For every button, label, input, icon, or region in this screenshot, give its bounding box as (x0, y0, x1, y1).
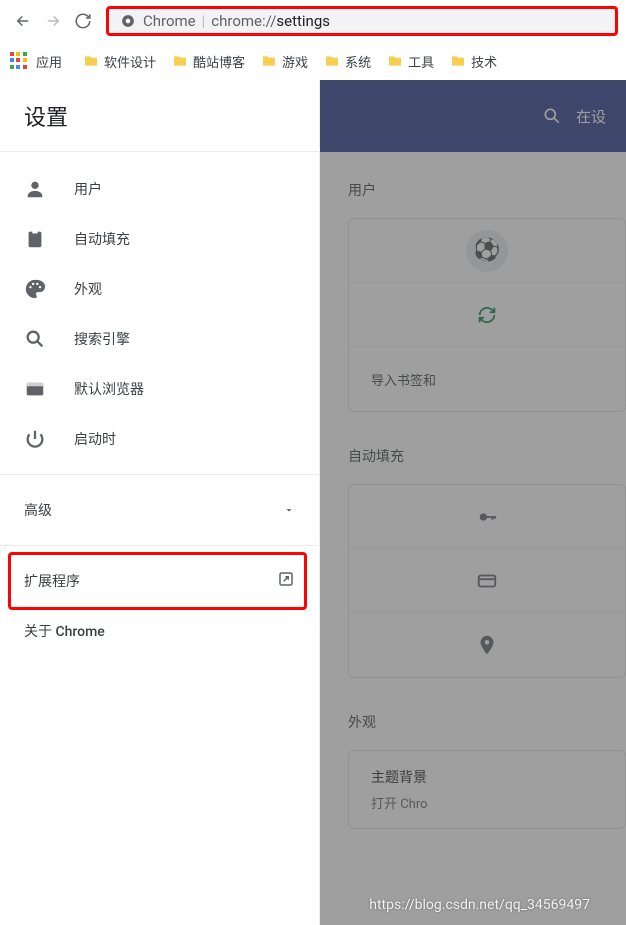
url-path: settings (276, 12, 330, 30)
address-separator: | (202, 12, 206, 30)
extensions-label: 扩展程序 (24, 571, 80, 591)
bookmark-folder[interactable]: 技术 (445, 48, 502, 75)
sidebar-item-startup[interactable]: 启动时 (0, 414, 319, 464)
external-link-icon (277, 570, 295, 592)
url-scheme: chrome:// (211, 12, 276, 30)
bookmark-label: 技术 (471, 52, 497, 71)
sidebar-item-label: 外观 (74, 279, 102, 299)
sidebar-item-label: 默认浏览器 (74, 379, 144, 399)
sidebar-item-about[interactable]: 关于 Chrome (0, 606, 319, 656)
address-bar[interactable]: Chrome | chrome://settings (106, 6, 618, 36)
folder-icon (324, 53, 340, 69)
reload-button[interactable] (68, 6, 98, 36)
sidebar-title: 设置 (0, 80, 319, 152)
sidebar-item-label: 用户 (74, 179, 102, 199)
settings-main: 在设 用户 ⚽ 导入书签和 自动填充 (320, 80, 626, 925)
browser-toolbar: Chrome | chrome://settings (0, 0, 626, 42)
extensions-section: 扩展程序 (0, 556, 319, 606)
address-label: Chrome (143, 12, 196, 30)
folder-icon (261, 53, 277, 69)
sidebar-item-autofill[interactable]: 自动填充 (0, 214, 319, 264)
bookmark-folder[interactable]: 酷站博客 (167, 48, 250, 75)
bookmark-folder[interactable]: 系统 (319, 48, 376, 75)
sidebar-item-default-browser[interactable]: 默认浏览器 (0, 364, 319, 414)
bookmarks-bar: 应用 软件设计 酷站博客 游戏 系统 工具 技术 (0, 42, 626, 80)
apps-label[interactable]: 应用 (36, 52, 62, 71)
content-area: 设置 用户 自动填充 外观 (0, 80, 626, 925)
bookmark-folder[interactable]: 工具 (382, 48, 439, 75)
bookmark-label: 游戏 (282, 52, 308, 71)
settings-sidebar: 设置 用户 自动填充 外观 (0, 80, 320, 925)
palette-icon (24, 278, 46, 300)
bookmark-label: 系统 (345, 52, 371, 71)
sidebar-item-label: 搜索引擎 (74, 329, 130, 349)
sidebar-item-label: 启动时 (74, 429, 116, 449)
sidebar-item-search[interactable]: 搜索引擎 (0, 314, 319, 364)
sidebar-item-label: 自动填充 (74, 229, 130, 249)
folder-icon (172, 53, 188, 69)
bookmark-label: 工具 (408, 52, 434, 71)
advanced-label: 高级 (24, 500, 52, 520)
power-icon (24, 428, 46, 450)
sidebar-item-user[interactable]: 用户 (0, 164, 319, 214)
bookmark-label: 酷站博客 (193, 52, 245, 71)
sidebar-item-advanced[interactable]: 高级 (0, 485, 319, 535)
folder-icon (387, 53, 403, 69)
apps-icon[interactable] (10, 52, 28, 70)
folder-icon (450, 53, 466, 69)
sidebar-body: 用户 自动填充 外观 搜索引擎 (0, 152, 319, 668)
bookmark-folder[interactable]: 软件设计 (78, 48, 161, 75)
person-icon (24, 178, 46, 200)
dim-overlay (320, 80, 626, 925)
bookmark-label: 软件设计 (104, 52, 156, 71)
browser-icon (24, 378, 46, 400)
about-label: 关于 Chrome (24, 621, 105, 641)
chevron-down-icon (283, 501, 295, 520)
bookmark-folder[interactable]: 游戏 (256, 48, 313, 75)
sidebar-item-extensions[interactable]: 扩展程序 (0, 556, 319, 606)
clipboard-icon (24, 228, 46, 250)
folder-icon (83, 53, 99, 69)
watermark-text: https://blog.csdn.net/qq_34569497 (369, 897, 590, 913)
divider (0, 545, 319, 546)
back-button[interactable] (8, 6, 38, 36)
forward-button[interactable] (38, 6, 68, 36)
search-icon (24, 328, 46, 350)
chrome-logo-icon (121, 14, 135, 28)
sidebar-item-appearance[interactable]: 外观 (0, 264, 319, 314)
divider (0, 474, 319, 475)
